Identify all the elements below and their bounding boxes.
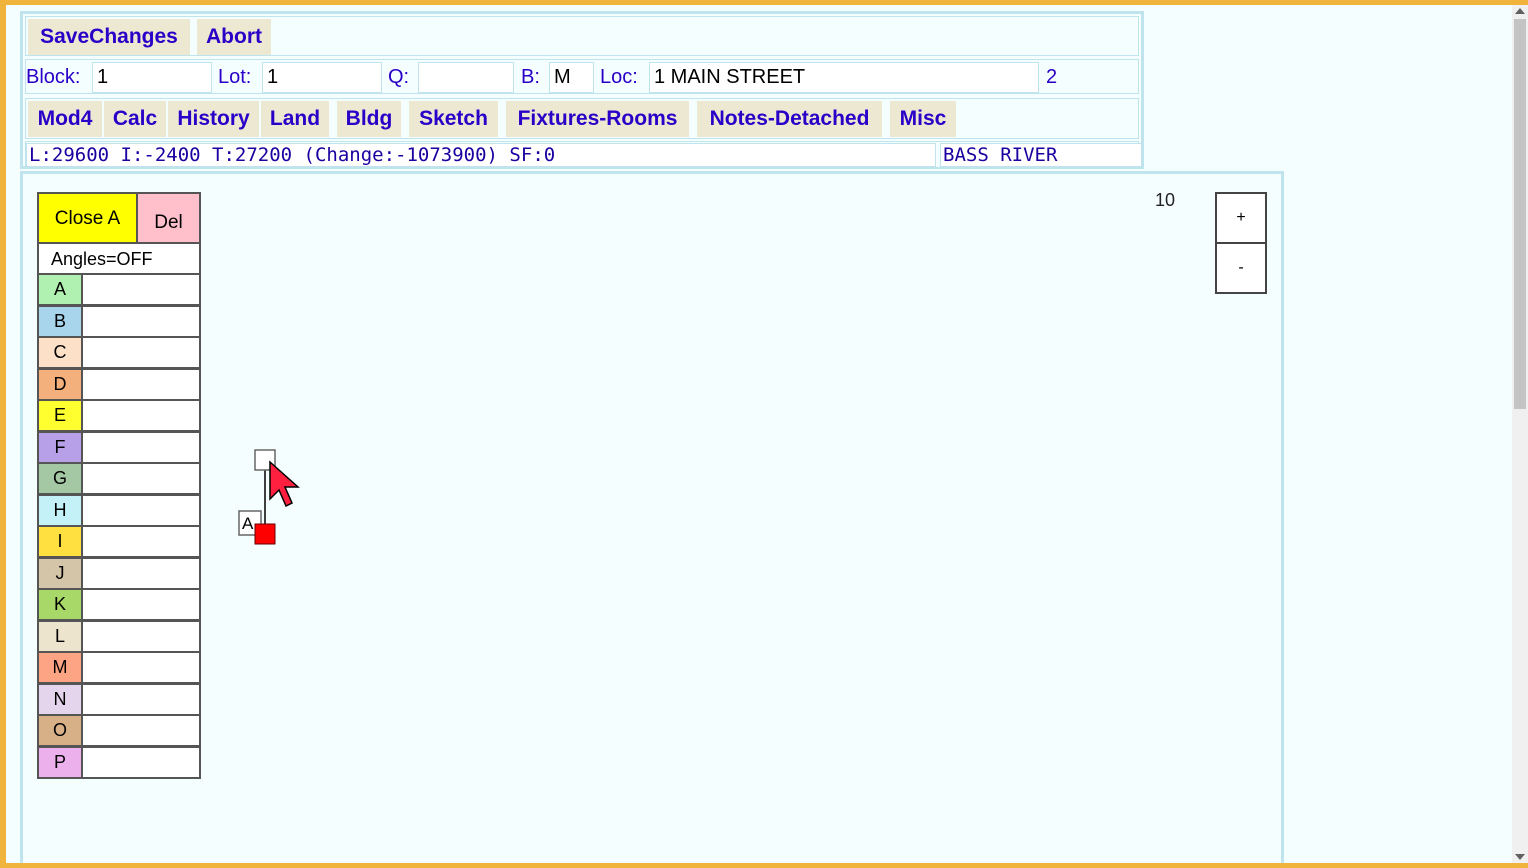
scroll-down-icon[interactable] [1515,854,1525,860]
block-label: Block: [26,66,81,88]
block-field[interactable]: 1 [92,62,212,93]
q-label: Q: [388,66,410,88]
record-header: SaveChanges Abort Block: 1 Lot: 1 Q: B: … [20,11,1144,169]
point-label: A [242,514,254,533]
tab-notes-detached[interactable]: Notes-Detached [697,101,882,137]
b-label: B: [521,66,540,88]
tab-history[interactable]: History [168,101,259,137]
action-toolbar: SaveChanges Abort [25,16,1139,56]
tab-land[interactable]: Land [261,101,329,137]
abort-button[interactable]: Abort [197,19,271,55]
location-field[interactable]: 1 MAIN STREET [649,62,1039,93]
lot-field[interactable]: 1 [262,62,382,93]
sketch-drawing: A [238,449,300,545]
valuation-summary: L:29600 I:-2400 T:27200 (Change:-1073900… [26,143,936,167]
town-name: BASS RIVER [940,143,1142,167]
sketch-canvas[interactable]: 10 + - Close A Del Angles=OFF ABCDEFGHIJ… [20,171,1284,863]
tab-mod4[interactable]: Mod4 [28,101,102,137]
scrollbar-thumb[interactable] [1514,19,1526,409]
tab-fixtures-rooms[interactable]: Fixtures-Rooms [506,101,689,137]
save-changes-button[interactable]: SaveChanges [28,19,190,55]
tab-calc[interactable]: Calc [104,101,166,137]
loc-label: Loc: [600,66,638,88]
mouse-cursor-icon [269,460,300,508]
app-viewport: SaveChanges Abort Block: 1 Lot: 1 Q: B: … [6,5,1528,863]
scroll-up-icon[interactable] [1515,8,1525,14]
parcel-identifier-row: Block: 1 Lot: 1 Q: B: M Loc: 1 MAIN STRE… [25,59,1139,94]
valuation-summary-row: L:29600 I:-2400 T:27200 (Change:-1073900… [25,141,1142,168]
q-field[interactable] [418,62,514,93]
tab-sketch[interactable]: Sketch [409,101,498,137]
vertical-scrollbar[interactable] [1512,5,1528,863]
b-field[interactable]: M [549,62,594,93]
card-number: 2 [1046,66,1058,88]
tab-bldg[interactable]: Bldg [337,101,401,137]
module-tabs: Mod4 Calc History Land Bldg Sketch Fixtu… [25,98,1139,139]
lot-label: Lot: [218,66,252,88]
tab-misc[interactable]: Misc [890,101,956,137]
active-vertex-marker[interactable] [254,523,276,545]
